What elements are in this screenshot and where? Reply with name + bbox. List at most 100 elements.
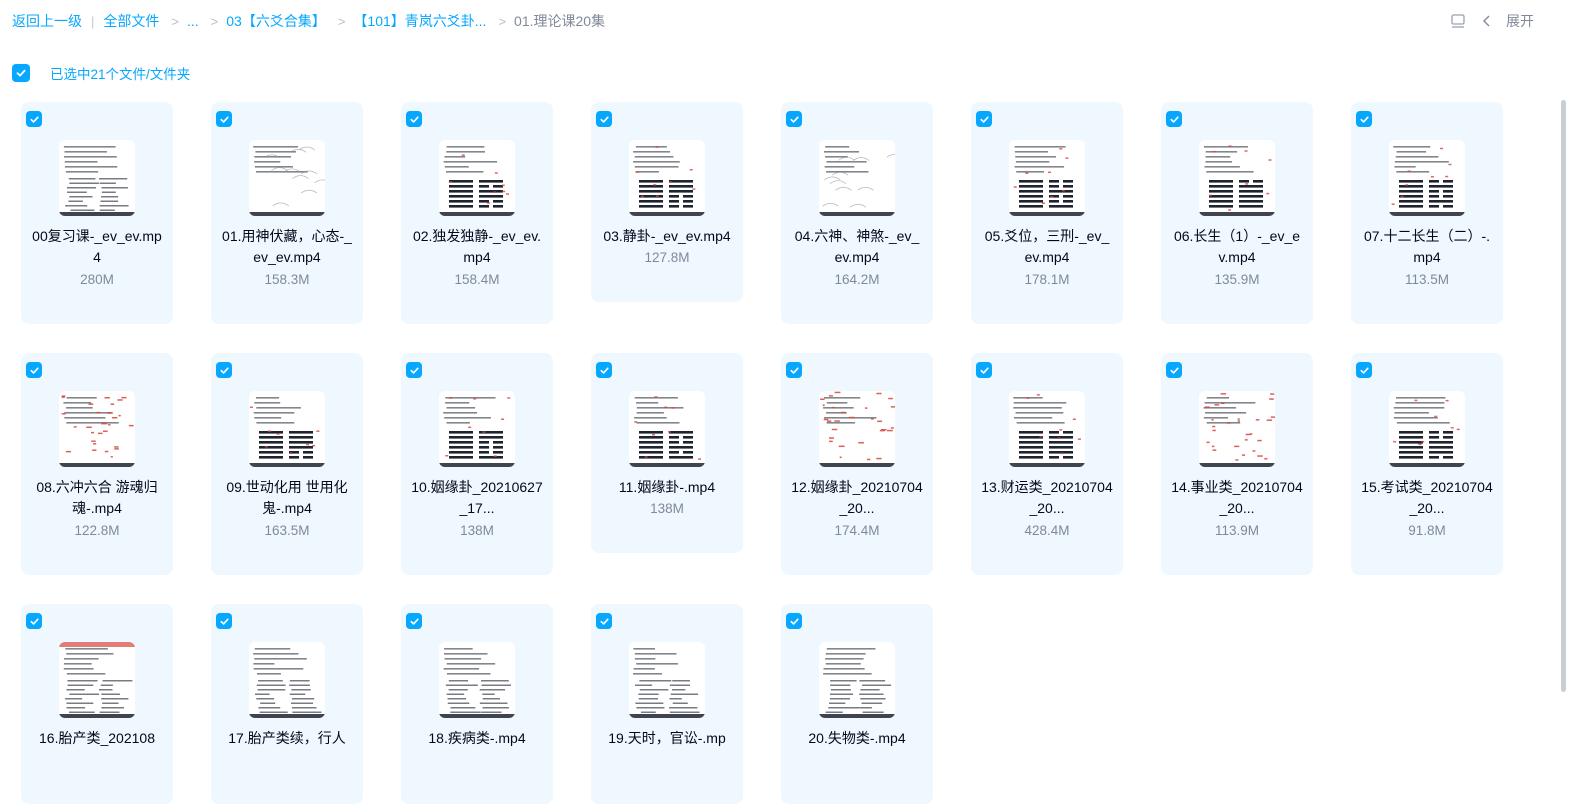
crumb-ellipsis[interactable]: ... (187, 13, 199, 29)
file-checkbox[interactable] (216, 362, 232, 378)
file-name: 17.胎产类续，行人 (228, 730, 346, 746)
video-thumbnail (1009, 391, 1085, 467)
video-frame-icon (819, 146, 895, 216)
file-card-20[interactable]: 19.天时，官讼-.mp (591, 604, 743, 804)
video-thumbnail (819, 642, 895, 718)
back-link[interactable]: 返回上一级 (12, 11, 82, 31)
file-checkbox[interactable] (596, 613, 612, 629)
file-checkbox[interactable] (26, 111, 42, 127)
file-card-13[interactable]: 12.姻缘卦_20210704_20... 174.4M (781, 353, 933, 575)
check-icon (789, 366, 799, 374)
file-card-10[interactable]: 09.世动化用 世用化鬼-.mp4 163.5M (211, 353, 363, 575)
file-name: 07.十二长生（二）-.mp4 (1363, 228, 1490, 265)
file-checkbox[interactable] (26, 613, 42, 629)
file-card-8[interactable]: 07.十二长生（二）-.mp4 113.5M (1351, 102, 1503, 324)
chevron-left-icon (1483, 15, 1490, 27)
file-card-19[interactable]: 18.疾病类-.mp4 (401, 604, 553, 804)
breadcrumb: 返回上一级 | 全部文件 > ... > 03【六爻合集】 > 【101】青岚六… (12, 11, 605, 31)
file-card-4[interactable]: 03.静卦-_ev_ev.mp4 127.8M (591, 102, 743, 302)
file-checkbox[interactable] (596, 111, 612, 127)
file-checkbox[interactable] (786, 362, 802, 378)
selection-count-text: 已选中21个文件/文件夹 (50, 67, 191, 82)
check-icon (789, 115, 799, 123)
file-card-7[interactable]: 06.长生（1）-_ev_ev.mp4 135.9M (1161, 102, 1313, 324)
file-size: 91.8M (1408, 523, 1446, 538)
file-card-6[interactable]: 05.爻位，三刑-_ev_ev.mp4 178.1M (971, 102, 1123, 324)
video-frame-icon (249, 648, 325, 718)
file-checkbox[interactable] (786, 111, 802, 127)
file-card-21[interactable]: 20.失物类-.mp4 (781, 604, 933, 804)
file-card-1[interactable]: 00复习课-_ev_ev.mp4 280M (21, 102, 173, 324)
file-card-16[interactable]: 15.考试类_20210704_20... 91.8M (1351, 353, 1503, 575)
video-frame-icon (439, 146, 515, 216)
check-icon (409, 366, 419, 374)
file-checkbox[interactable] (1356, 362, 1372, 378)
file-checkbox[interactable] (216, 111, 232, 127)
file-card-15[interactable]: 14.事业类_20210704_20... 113.9M (1161, 353, 1313, 575)
check-icon (1359, 115, 1369, 123)
file-card-12[interactable]: 11.姻缘卦-.mp4 138M (591, 353, 743, 553)
file-checkbox[interactable] (406, 613, 422, 629)
file-checkbox[interactable] (406, 362, 422, 378)
file-checkbox[interactable] (1166, 362, 1182, 378)
file-name: 10.姻缘卦_20210627_17... (411, 479, 543, 516)
file-checkbox[interactable] (976, 362, 992, 378)
video-thumbnail (1199, 140, 1275, 216)
file-card-9[interactable]: 08.六冲六合 游魂归魂-.mp4 122.8M (21, 353, 173, 575)
file-size: 158.3M (264, 272, 310, 287)
chevron-right-icon: > (337, 13, 346, 29)
file-name: 03.静卦-_ev_ev.mp4 (603, 228, 731, 244)
video-thumbnail (249, 140, 325, 216)
video-frame-icon (629, 648, 705, 718)
video-frame-icon (1009, 146, 1085, 216)
file-card-14[interactable]: 13.财运类_20210704_20... 428.4M (971, 353, 1123, 575)
file-size: 122.8M (74, 523, 120, 538)
file-card-5[interactable]: 04.六神、神煞-_ev_ev.mp4 164.2M (781, 102, 933, 324)
crumb-folder-qinglan[interactable]: 【101】青岚六爻卦... (353, 11, 486, 31)
check-icon (789, 617, 799, 625)
file-size: 158.4M (454, 272, 500, 287)
scrollbar[interactable] (1561, 100, 1566, 692)
expand-button[interactable]: 展开 (1480, 11, 1534, 31)
video-frame-icon (1199, 393, 1275, 467)
top-bar: 返回上一级 | 全部文件 > ... > 03【六爻合集】 > 【101】青岚六… (0, 0, 1570, 42)
view-mode-icon[interactable] (1450, 13, 1466, 29)
file-name: 14.事业类_20210704_20... (1171, 479, 1303, 516)
file-card-11[interactable]: 10.姻缘卦_20210627_17... 138M (401, 353, 553, 575)
file-checkbox[interactable] (406, 111, 422, 127)
crumb-current-folder: 01.理论课20集 (514, 13, 606, 29)
file-card-3[interactable]: 02.独发独静-_ev_ev.mp4 158.4M (401, 102, 553, 324)
file-checkbox[interactable] (786, 613, 802, 629)
file-card-18[interactable]: 17.胎产类续，行人 (211, 604, 363, 804)
video-thumbnail (1389, 391, 1465, 467)
video-thumbnail (629, 642, 705, 718)
breadcrumb-divider: | (91, 13, 95, 29)
crumb-all-files[interactable]: 全部文件 (103, 11, 159, 31)
video-thumbnail (249, 642, 325, 718)
file-card-2[interactable]: 01.用神伏藏，心态-_ev_ev.mp4 158.3M (211, 102, 363, 324)
file-checkbox[interactable] (26, 362, 42, 378)
select-all-checkbox[interactable] (12, 64, 30, 82)
file-name: 05.爻位，三刑-_ev_ev.mp4 (984, 228, 1110, 265)
video-thumbnail (439, 140, 515, 216)
video-frame-icon (1389, 146, 1465, 216)
file-checkbox[interactable] (596, 362, 612, 378)
check-icon (1169, 115, 1179, 123)
crumb-folder-liuyao-collection[interactable]: 03【六爻合集】 (226, 11, 326, 31)
file-name: 19.天时，官讼-.mp (608, 730, 726, 746)
file-checkbox[interactable] (216, 613, 232, 629)
file-checkbox[interactable] (1166, 111, 1182, 127)
check-icon (599, 617, 609, 625)
video-thumbnail (1009, 140, 1085, 216)
file-size: 174.4M (834, 523, 880, 538)
check-icon (979, 115, 989, 123)
video-frame-icon (1199, 145, 1275, 216)
video-thumbnail (249, 391, 325, 467)
video-thumbnail (819, 140, 895, 216)
file-card-17[interactable]: 16.胎产类_202108 (21, 604, 173, 804)
file-size: 428.4M (1024, 523, 1070, 538)
file-checkbox[interactable] (976, 111, 992, 127)
video-thumbnail (59, 391, 135, 467)
file-checkbox[interactable] (1356, 111, 1372, 127)
video-thumbnail (629, 140, 705, 216)
